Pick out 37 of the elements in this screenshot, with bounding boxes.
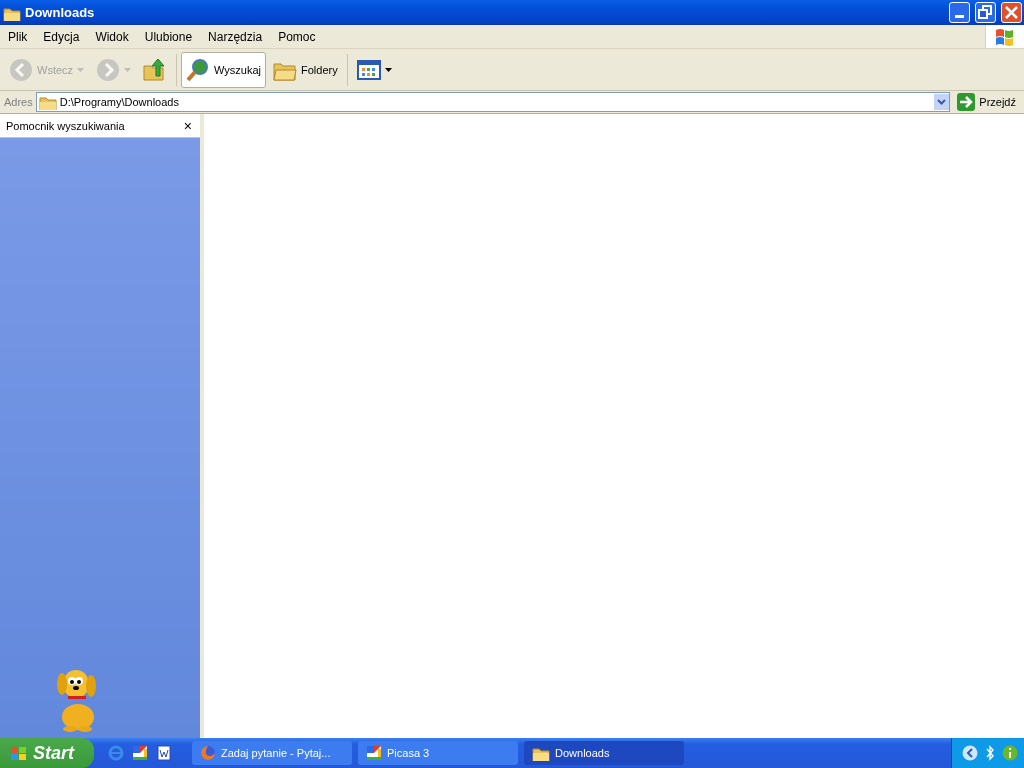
- minimize-icon: [955, 15, 964, 18]
- search-icon: [186, 57, 211, 82]
- menu-item[interactable]: Ulubione: [136, 29, 201, 44]
- window-title: Downloads: [25, 5, 95, 20]
- taskbar-button[interactable]: Picasa 3: [358, 741, 518, 765]
- close-button[interactable]: [1001, 2, 1022, 23]
- address-field[interactable]: D:\Programy\Downloads: [35, 92, 951, 112]
- menu-item[interactable]: Plik: [0, 29, 36, 44]
- minimize-button[interactable]: [949, 2, 970, 23]
- search-button[interactable]: Wyszukaj: [181, 51, 267, 88]
- arrow-right-icon: [957, 93, 976, 111]
- flag-logo-icon: [994, 26, 1016, 47]
- go-button[interactable]: Przejdź: [953, 93, 1020, 111]
- dropdown-button[interactable]: [934, 94, 950, 110]
- chevron-left-icon[interactable]: [962, 745, 978, 761]
- caret-icon: [384, 67, 392, 72]
- folder-icon: [38, 94, 57, 110]
- menu-item[interactable]: Pomoc: [270, 29, 324, 44]
- document-icon[interactable]: [156, 745, 172, 761]
- folder-icon: [532, 745, 550, 761]
- info-icon[interactable]: [1002, 745, 1018, 761]
- close-button[interactable]: ×: [181, 117, 194, 134]
- folder-up-icon: [143, 57, 168, 82]
- menu-item[interactable]: Edycja: [35, 29, 88, 44]
- address-label: Adres: [4, 96, 33, 108]
- caret-icon: [124, 67, 132, 72]
- pane-title: Pomocnik wyszukiwania: [6, 119, 125, 132]
- view-grid-icon: [356, 57, 381, 82]
- menu-item[interactable]: Widok: [87, 29, 137, 44]
- caret-icon: [77, 67, 85, 72]
- restore-button[interactable]: [975, 2, 996, 23]
- menu-item[interactable]: Narzędzia: [200, 29, 271, 44]
- chevron-down-icon: [937, 99, 947, 105]
- folders-button[interactable]: Foldery: [268, 51, 343, 88]
- taskbar-button[interactable]: Zadaj pytanie - Pytaj...: [192, 741, 352, 765]
- taskbar-button[interactable]: Downloads: [524, 741, 684, 765]
- flag-icon: [10, 745, 28, 761]
